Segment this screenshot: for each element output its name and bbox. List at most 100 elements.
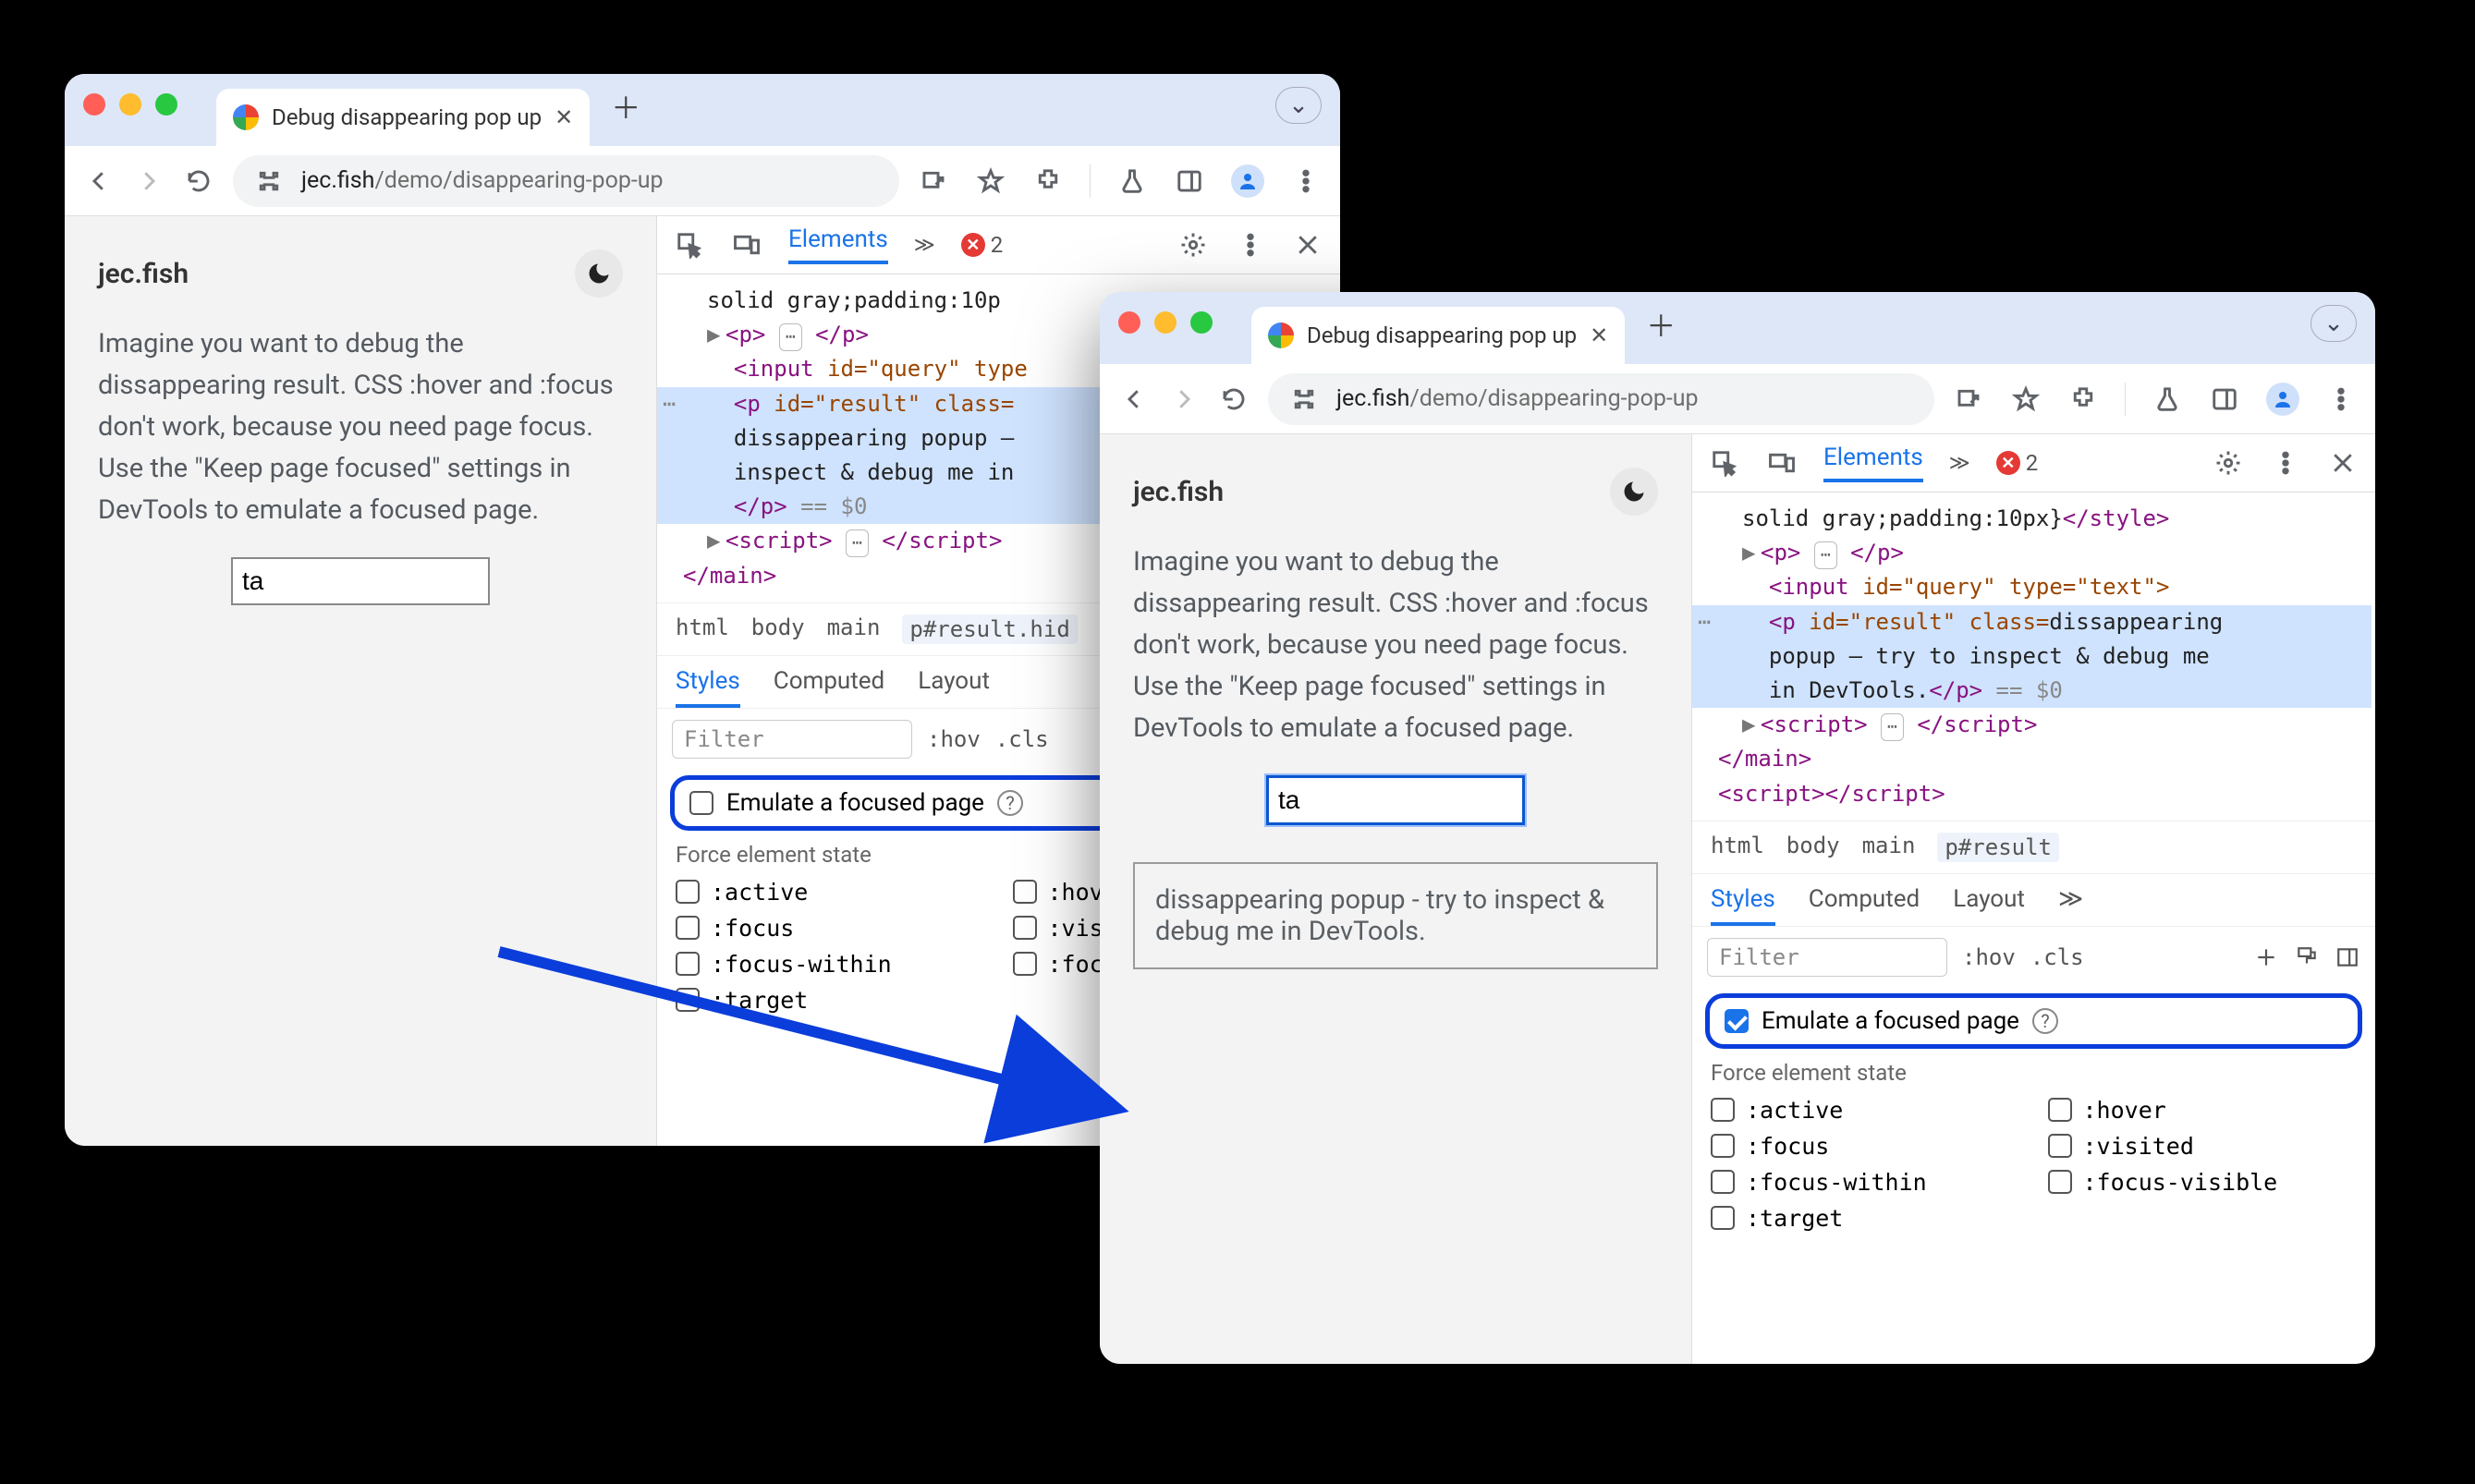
minimize-window-icon[interactable] <box>119 93 141 116</box>
emulate-focused-page-row[interactable]: Emulate a focused page ? <box>1705 993 2362 1049</box>
devtools-tab-elements[interactable]: Elements <box>788 225 888 264</box>
crumb-body[interactable]: body <box>751 614 805 644</box>
install-icon[interactable] <box>918 165 949 197</box>
crumb-body[interactable]: body <box>1786 833 1840 862</box>
subtab-styles[interactable]: Styles <box>676 667 740 708</box>
labs-icon[interactable] <box>1116 165 1148 197</box>
settings-icon[interactable] <box>1177 229 1209 261</box>
site-settings-icon[interactable] <box>1288 383 1320 415</box>
page-paragraph: Imagine you want to debug the dissappear… <box>1133 541 1658 749</box>
styles-filter-input[interactable]: Filter <box>672 720 912 759</box>
state-active[interactable]: :active <box>676 879 985 906</box>
state-active[interactable]: :active <box>1711 1097 2020 1124</box>
subtab-computed[interactable]: Computed <box>1809 885 1920 926</box>
more-tabs-icon[interactable]: ≫ <box>914 234 935 257</box>
crumb-html[interactable]: html <box>1711 833 1764 862</box>
close-devtools-icon[interactable] <box>2327 447 2359 479</box>
address-bar[interactable]: jec.fish/demo/disappearing-pop-up <box>233 155 899 207</box>
maximize-window-icon[interactable] <box>155 93 177 116</box>
query-input[interactable] <box>1266 775 1525 825</box>
new-style-rule-icon[interactable] <box>2253 944 2279 970</box>
state-focus[interactable]: :focus <box>1711 1133 2020 1160</box>
devtools-tab-elements[interactable]: Elements <box>1823 444 1923 482</box>
browser-tab[interactable]: Debug disappearing pop up ✕ <box>1251 307 1625 364</box>
subtab-styles[interactable]: Styles <box>1711 885 1775 926</box>
browser-tab[interactable]: Debug disappearing pop up ✕ <box>216 89 590 146</box>
menu-icon[interactable] <box>1290 165 1322 197</box>
state-target[interactable]: :target <box>676 987 985 1014</box>
dark-mode-toggle[interactable] <box>1610 468 1658 516</box>
extensions-icon[interactable] <box>1032 165 1064 197</box>
cls-toggle[interactable]: .cls <box>995 726 1049 752</box>
close-window-icon[interactable] <box>83 93 105 116</box>
tab-search-button[interactable]: ⌄ <box>1275 87 1322 124</box>
reload-icon[interactable] <box>1218 383 1250 415</box>
cls-toggle[interactable]: .cls <box>2030 944 2084 970</box>
device-toolbar-icon[interactable] <box>1766 447 1798 479</box>
maximize-window-icon[interactable] <box>1190 311 1213 334</box>
extensions-icon[interactable] <box>2067 383 2099 415</box>
crumb-html[interactable]: html <box>676 614 729 644</box>
new-tab-button[interactable]: ＋ <box>601 81 651 131</box>
paint-icon[interactable] <box>2294 944 2320 970</box>
hov-toggle[interactable]: :hov <box>927 726 981 752</box>
breadcrumb[interactable]: html body main p#result <box>1692 821 2375 874</box>
reload-icon[interactable] <box>183 165 214 197</box>
inspect-element-icon[interactable] <box>674 229 705 261</box>
dom-tree[interactable]: solid gray;padding:10px}</style> ▶<p> ⋯ … <box>1692 493 2375 821</box>
emulate-checkbox[interactable] <box>689 791 713 815</box>
site-settings-icon[interactable] <box>253 165 285 197</box>
device-toolbar-icon[interactable] <box>731 229 762 261</box>
new-tab-button[interactable]: ＋ <box>1636 299 1686 349</box>
profile-avatar[interactable] <box>1231 164 1264 198</box>
styles-filter-input[interactable]: Filter <box>1707 938 1947 977</box>
side-panel-icon[interactable] <box>2209 383 2240 415</box>
help-icon[interactable]: ? <box>2032 1008 2058 1034</box>
crumb-selected[interactable]: p#result.hid <box>902 614 1077 644</box>
profile-avatar[interactable] <box>2266 383 2299 416</box>
menu-icon[interactable] <box>2325 383 2357 415</box>
side-panel-icon[interactable] <box>1174 165 1205 197</box>
address-bar[interactable]: jec.fish/demo/disappearing-pop-up <box>1268 373 1934 425</box>
inspect-element-icon[interactable] <box>1709 447 1740 479</box>
error-badge[interactable]: ✕2 <box>961 232 1004 258</box>
bookmark-icon[interactable] <box>975 165 1006 197</box>
crumb-main[interactable]: main <box>1862 833 1916 862</box>
crumb-selected[interactable]: p#result <box>1937 833 2059 862</box>
state-hover[interactable]: :hover <box>2048 1097 2358 1124</box>
emulate-checkbox[interactable] <box>1725 1009 1749 1033</box>
more-subtabs-icon[interactable]: ≫ <box>2058 885 2083 926</box>
computed-panel-icon[interactable] <box>2335 944 2360 970</box>
back-icon[interactable] <box>1118 383 1150 415</box>
hov-toggle[interactable]: :hov <box>1962 944 2016 970</box>
state-focus[interactable]: :focus <box>676 915 985 942</box>
state-target[interactable]: :target <box>1711 1205 2020 1232</box>
state-visited[interactable]: :visited <box>2048 1133 2358 1160</box>
back-icon[interactable] <box>83 165 115 197</box>
settings-icon[interactable] <box>2213 447 2244 479</box>
subtab-layout[interactable]: Layout <box>918 667 990 708</box>
close-tab-icon[interactable]: ✕ <box>1590 322 1608 348</box>
help-icon[interactable]: ? <box>997 790 1023 816</box>
more-tabs-icon[interactable]: ≫ <box>1949 452 1970 475</box>
close-window-icon[interactable] <box>1118 311 1140 334</box>
dark-mode-toggle[interactable] <box>575 249 623 298</box>
state-focus-within[interactable]: :focus-within <box>1711 1169 2020 1196</box>
tab-search-button[interactable]: ⌄ <box>2310 305 2357 342</box>
close-devtools-icon[interactable] <box>1292 229 1323 261</box>
more-icon[interactable] <box>1235 229 1266 261</box>
crumb-main[interactable]: main <box>827 614 881 644</box>
minimize-window-icon[interactable] <box>1154 311 1177 334</box>
labs-icon[interactable] <box>2152 383 2183 415</box>
error-badge[interactable]: ✕2 <box>1996 450 2039 476</box>
state-focus-visible[interactable]: :focus-visible <box>2048 1169 2358 1196</box>
subtab-layout[interactable]: Layout <box>1953 885 2025 926</box>
install-icon[interactable] <box>1953 383 1984 415</box>
close-tab-icon[interactable]: ✕ <box>555 104 573 130</box>
query-input[interactable] <box>231 557 490 605</box>
page-content: jec.fish Imagine you want to debug the d… <box>1100 434 1691 1364</box>
state-focus-within[interactable]: :focus-within <box>676 951 985 978</box>
subtab-computed[interactable]: Computed <box>774 667 884 708</box>
bookmark-icon[interactable] <box>2010 383 2042 415</box>
more-icon[interactable] <box>2270 447 2301 479</box>
